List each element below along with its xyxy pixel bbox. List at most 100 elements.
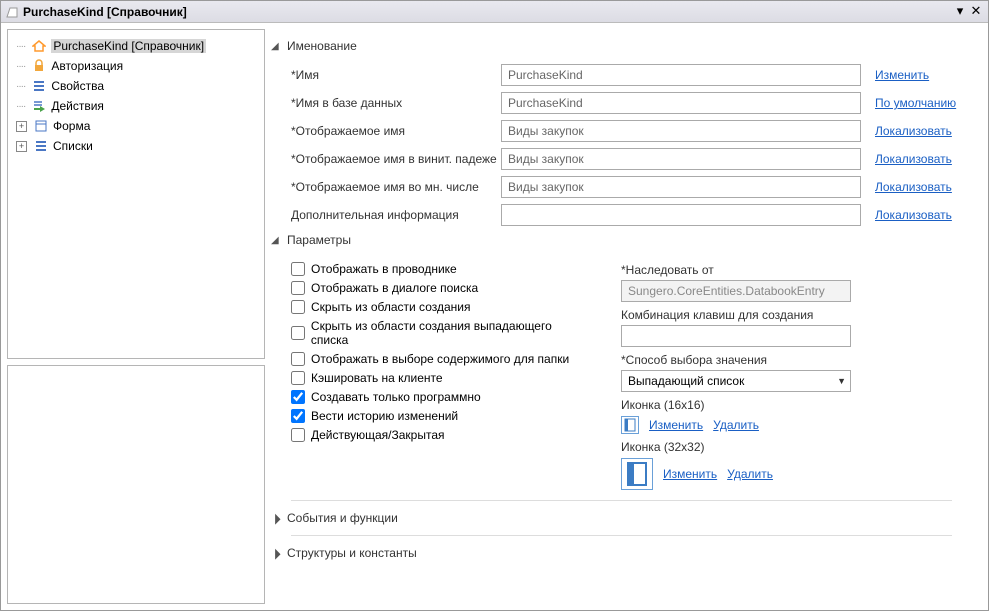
chevron-down-icon: ◢ <box>271 235 281 246</box>
section-label: Структуры и константы <box>287 546 417 560</box>
field-label: *Отображаемое имя во мн. числе <box>291 180 501 194</box>
check-label: Действующая/Закрытая <box>311 428 445 442</box>
localize-link[interactable]: Локализовать <box>875 180 952 194</box>
check-label: Скрыть из области создания выпадающего с… <box>311 319 591 347</box>
list-icon <box>33 138 49 154</box>
icon16-change-link[interactable]: Изменить <box>649 418 703 432</box>
section-label: Именование <box>287 39 357 53</box>
chevron-down-icon: ▼ <box>837 376 846 386</box>
check-label: Отображать в выборе содержимого для папк… <box>311 352 569 366</box>
form-icon <box>33 118 49 134</box>
tab-icon <box>5 5 19 19</box>
inherit-label: *Наследовать от <box>621 263 972 277</box>
hotkey-label: Комбинация клавиш для создания <box>621 308 972 322</box>
row-display-pl: *Отображаемое имя во мн. числе Локализов… <box>291 175 972 199</box>
icon32-delete-link[interactable]: Удалить <box>727 467 773 481</box>
row-display: *Отображаемое имя Локализовать <box>291 119 972 143</box>
chevron-down-icon: ◢ <box>271 41 281 52</box>
section-params[interactable]: ◢ Параметры <box>271 233 972 247</box>
lock-icon <box>31 58 47 74</box>
display-acc-input[interactable] <box>501 148 861 170</box>
section-label: События и функции <box>287 511 398 525</box>
tree-label: Списки <box>53 139 93 153</box>
preview-panel <box>7 365 265 604</box>
field-label: Дополнительная информация <box>291 208 501 222</box>
valuesel-label: *Способ выбора значения <box>621 353 972 367</box>
check-hide-create-drop[interactable]: Скрыть из области создания выпадающего с… <box>291 319 591 347</box>
nav-tree: ···· PurchaseKind [Справочник] ···· Авто… <box>7 29 265 359</box>
tree-connector: ···· <box>16 81 25 92</box>
tree-label: PurchaseKind [Справочник] <box>51 39 206 53</box>
check-label: Отображать в проводнике <box>311 262 457 276</box>
check-show-search[interactable]: Отображать в диалоге поиска <box>291 281 591 295</box>
dbname-input[interactable] <box>501 92 861 114</box>
tree-item-lists[interactable]: + Списки <box>12 136 260 156</box>
tree-connector: ···· <box>16 61 25 72</box>
expand-icon[interactable]: + <box>16 121 27 132</box>
section-naming[interactable]: ◢ Именование <box>271 39 972 53</box>
row-dbname: *Имя в базе данных По умолчанию <box>291 91 972 115</box>
chevron-right-icon: ◢ <box>271 546 283 561</box>
check-create-prog-only[interactable]: Создавать только программно <box>291 390 591 404</box>
default-link[interactable]: По умолчанию <box>875 96 956 110</box>
section-events[interactable]: ◢ События и функции <box>271 511 972 525</box>
tree-item-props[interactable]: ···· Свойства <box>12 76 260 96</box>
valuesel-dropdown[interactable]: Выпадающий список ▼ <box>621 370 851 392</box>
tree-label: Форма <box>53 119 90 133</box>
properties-panel: ◢ Именование *Имя Изменить *Имя в базе д… <box>271 29 982 604</box>
check-active-closed[interactable]: Действующая/Закрытая <box>291 428 591 442</box>
check-show-folder[interactable]: Отображать в выборе содержимого для папк… <box>291 352 591 366</box>
row-name: *Имя Изменить <box>291 63 972 87</box>
localize-link[interactable]: Локализовать <box>875 124 952 138</box>
change-link[interactable]: Изменить <box>875 68 929 82</box>
chevron-right-icon: ◢ <box>271 511 283 526</box>
name-input[interactable] <box>501 64 861 86</box>
icon16-label: Иконка (16x16) <box>621 398 972 412</box>
display-input[interactable] <box>501 120 861 142</box>
display-pl-input[interactable] <box>501 176 861 198</box>
localize-link[interactable]: Локализовать <box>875 208 952 222</box>
section-label: Параметры <box>287 233 351 247</box>
tree-label: Авторизация <box>51 59 123 73</box>
titlebar: PurchaseKind [Справочник] ▾ ✕ <box>1 1 988 23</box>
tree-label: Действия <box>51 99 104 113</box>
check-hide-create[interactable]: Скрыть из области создания <box>291 300 591 314</box>
list-icon <box>31 78 47 94</box>
check-label: Вести историю изменений <box>311 409 458 423</box>
dropdown-value: Выпадающий список <box>628 374 744 388</box>
addinfo-input[interactable] <box>501 204 861 226</box>
close-button[interactable]: ✕ <box>968 4 984 20</box>
home-icon <box>31 38 47 54</box>
pin-button[interactable]: ▾ <box>952 4 968 20</box>
localize-link[interactable]: Локализовать <box>875 152 952 166</box>
tree-item-auth[interactable]: ···· Авторизация <box>12 56 260 76</box>
window-title: PurchaseKind [Справочник] <box>23 5 952 19</box>
inherit-input <box>621 280 851 302</box>
icon32-change-link[interactable]: Изменить <box>663 467 717 481</box>
icon32-label: Иконка (32x32) <box>621 440 972 454</box>
field-label: *Отображаемое имя в винит. падеже <box>291 152 501 166</box>
tree-item-form[interactable]: + Форма <box>12 116 260 136</box>
row-display-acc: *Отображаемое имя в винит. падеже Локали… <box>291 147 972 171</box>
check-label: Кэшировать на клиенте <box>311 371 443 385</box>
check-label: Скрыть из области создания <box>311 300 470 314</box>
check-cache-client[interactable]: Кэшировать на клиенте <box>291 371 591 385</box>
tree-label: Свойства <box>51 79 104 93</box>
hotkey-input[interactable] <box>621 325 851 347</box>
tree-connector: ···· <box>16 41 25 52</box>
field-label: *Отображаемое имя <box>291 124 501 138</box>
check-history[interactable]: Вести историю изменений <box>291 409 591 423</box>
tree-item-actions[interactable]: ···· Действия <box>12 96 260 116</box>
field-label: *Имя <box>291 68 501 82</box>
section-structs[interactable]: ◢ Структуры и константы <box>271 546 972 560</box>
check-show-explorer[interactable]: Отображать в проводнике <box>291 262 591 276</box>
tree-connector: ···· <box>16 101 25 112</box>
check-label: Создавать только программно <box>311 390 481 404</box>
row-addinfo: Дополнительная информация Локализовать <box>291 203 972 227</box>
icon32-preview <box>621 458 653 490</box>
field-label: *Имя в базе данных <box>291 96 501 110</box>
tree-item-root[interactable]: ···· PurchaseKind [Справочник] <box>12 36 260 56</box>
icon16-preview <box>621 416 639 434</box>
icon16-delete-link[interactable]: Удалить <box>713 418 759 432</box>
expand-icon[interactable]: + <box>16 141 27 152</box>
